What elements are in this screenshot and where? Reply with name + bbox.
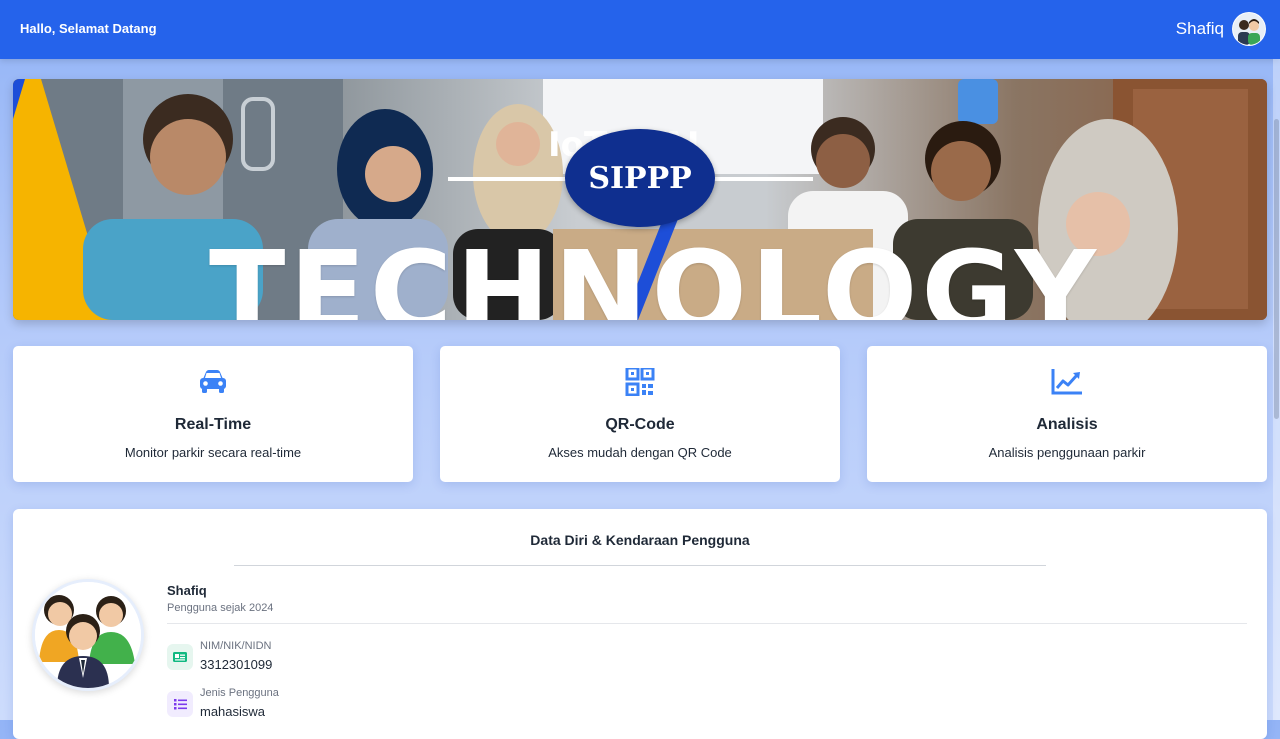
qr-code-icon: [625, 368, 655, 396]
scrollbar-thumb[interactable]: [1274, 119, 1279, 419]
field-label: Jenis Pengguna: [200, 687, 279, 699]
user-menu[interactable]: Shafiq: [1176, 12, 1266, 46]
sippp-logo: SIPPP: [565, 129, 715, 227]
hero-banner: IoT & AI SIPPP TECHNOLOGY: [13, 79, 1267, 320]
top-navbar: Hallo, Selamat Datang Shafiq: [0, 0, 1280, 59]
user-profile-panel: Data Diri & Kendaraan Pengguna Shafiq Pe…: [13, 509, 1267, 739]
list-icon: [167, 691, 193, 717]
banner-decoration: [448, 177, 568, 181]
divider: [167, 623, 1247, 624]
feature-card-realtime[interactable]: Real-Time Monitor parkir secara real-tim…: [13, 346, 413, 482]
field-value: 3312301099: [200, 657, 273, 672]
field-value: mahasiswa: [200, 704, 266, 719]
divider: [234, 565, 1046, 566]
profile-name: Shafiq: [167, 583, 207, 598]
profile-avatar-icon: [32, 579, 144, 691]
user-name: Shafiq: [1175, 19, 1224, 38]
banner-headline: TECHNOLOGY: [209, 228, 1100, 320]
feature-title: Real-Time: [174, 416, 252, 433]
id-card-icon: [167, 644, 193, 670]
feature-card-analisis[interactable]: Analisis Analisis penggunaan parkir: [867, 346, 1267, 482]
feature-title: Analisis: [1036, 416, 1098, 433]
chart-line-icon: [1051, 369, 1082, 395]
feature-description: Monitor parkir secara real-time: [124, 445, 302, 460]
feature-card-qrcode[interactable]: QR-Code Akses mudah dengan QR Code: [440, 346, 840, 482]
greeting-text: Hallo, Selamat Datang: [20, 21, 157, 36]
car-icon: [200, 370, 226, 393]
feature-title: QR-Code: [605, 416, 675, 433]
section-title: Data Diri & Kendaraan Pengguna: [530, 532, 750, 548]
user-avatar-icon[interactable]: [1232, 12, 1266, 46]
profile-since: Pengguna sejak 2024: [167, 602, 274, 614]
feature-description: Akses mudah dengan QR Code: [548, 445, 732, 460]
banner-decoration: [713, 177, 813, 181]
feature-description: Analisis penggunaan parkir: [988, 445, 1146, 460]
field-label: NIM/NIK/NIDN: [200, 640, 272, 652]
page-scrollbar[interactable]: [1273, 59, 1280, 720]
